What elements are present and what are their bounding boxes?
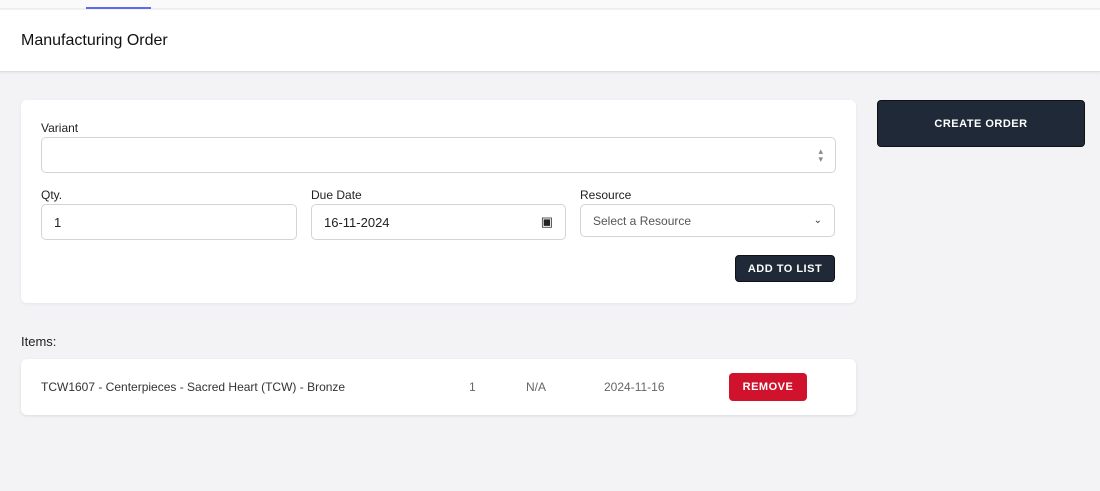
page-header: Manufacturing Order xyxy=(0,10,1100,72)
top-tab-strip xyxy=(0,0,1100,9)
due-date-value: 16-11-2024 xyxy=(324,214,390,230)
items-label: Items: xyxy=(21,334,57,349)
item-resource: N/A xyxy=(526,380,547,394)
qty-input[interactable]: 1 xyxy=(41,204,297,240)
chevron-down-icon: ⌄ xyxy=(813,215,822,226)
item-name: TCW1607 - Centerpieces - Sacred Heart (T… xyxy=(41,380,346,394)
resource-select[interactable]: Select a Resource ⌄ xyxy=(580,204,835,237)
variant-label: Variant xyxy=(41,121,79,135)
updown-chevron-icon: ▴ ▾ xyxy=(818,146,823,164)
qty-value: 1 xyxy=(54,214,62,230)
resource-placeholder: Select a Resource xyxy=(593,213,692,228)
page-title: Manufacturing Order xyxy=(21,32,168,49)
active-tab-indicator xyxy=(86,7,151,9)
add-to-list-button[interactable]: ADD TO LIST xyxy=(735,255,835,282)
qty-label: Qty. xyxy=(41,188,63,202)
due-date-label: Due Date xyxy=(311,188,362,202)
due-date-input[interactable]: 16-11-2024 ▣ xyxy=(311,204,566,240)
item-date: 2024-11-16 xyxy=(604,380,665,394)
item-row: TCW1607 - Centerpieces - Sacred Heart (T… xyxy=(21,359,856,415)
order-form-card: Variant ▴ ▾ Qty. 1 Due Date 16-11-2024 ▣ … xyxy=(21,100,856,303)
remove-button[interactable]: REMOVE xyxy=(729,373,807,401)
item-qty: 1 xyxy=(469,380,476,394)
create-order-button[interactable]: CREATE ORDER xyxy=(877,100,1085,147)
variant-select[interactable]: ▴ ▾ xyxy=(41,137,836,173)
resource-label: Resource xyxy=(580,188,632,202)
calendar-icon[interactable]: ▣ xyxy=(541,214,553,230)
